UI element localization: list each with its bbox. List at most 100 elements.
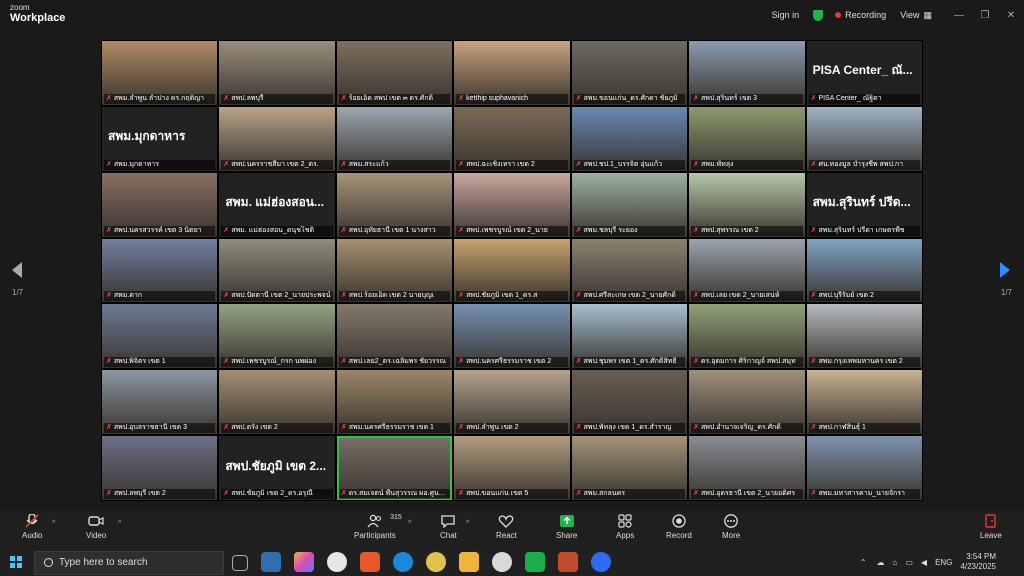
participant-video-tile[interactable]: PISA Center_ ณั... ✗ PISA Center_ ณัฐิดา [806, 41, 922, 105]
participant-video-tile[interactable]: ✗ สพป.เลย เขต 2_นายเสน่ห์ [689, 238, 805, 303]
audio-options-chevron-icon[interactable]: ^ [52, 520, 55, 527]
participant-video-tile[interactable]: ✗ สพป.บุรีรัมย์ เขต 2 [806, 238, 922, 303]
participant-video-tile[interactable]: ✗ ศน.ทองมูล บำรุงชีพ สพป.กา [806, 106, 922, 171]
video-button[interactable]: Video [86, 514, 106, 540]
taskbar-search-box[interactable]: Type here to search [34, 551, 224, 575]
view-button[interactable]: View ▦ [900, 10, 932, 21]
edge-icon[interactable] [393, 552, 413, 572]
participant-video-tile[interactable]: ✗ สพป.อุบลราชธานี เขต 3 [102, 370, 218, 435]
cloud-icon[interactable]: ☁ [877, 558, 885, 567]
participant-video-tile[interactable]: ✗ สพป.ชุมพร เขต 1_ดร.ศักดิ์สิทธิ์ [571, 304, 688, 369]
audio-button[interactable]: Audio [22, 514, 42, 540]
windows-start-icon[interactable] [10, 556, 22, 568]
chrome-window-icon[interactable] [492, 552, 512, 572]
chat-options-chevron-icon[interactable]: ^ [466, 520, 469, 527]
office-app-icon[interactable] [360, 552, 380, 572]
previous-page-arrow-icon[interactable] [12, 262, 22, 278]
record-button[interactable]: Record [666, 514, 692, 540]
maximize-icon[interactable]: ❐ [972, 10, 998, 21]
participant-video-tile[interactable]: ✗ สพป.เลย2_ดร.เฉลิมพร ชัยวรรณ [336, 304, 453, 369]
participant-video-tile[interactable]: ✗ สพป.ขอนแก่น เขต 5 [454, 436, 570, 500]
participant-video-tile[interactable]: ✗ สพป.ฉะเชิงเทรา เขต 2 [454, 106, 570, 171]
apps-button[interactable]: Apps [616, 514, 634, 540]
participant-video-tile[interactable]: ✗ สพม.ขอนแก่น_ดร.ศักดา ชัยภูมิ [571, 41, 688, 105]
chrome-profile-icon[interactable] [426, 552, 446, 572]
participant-video-tile[interactable]: ✗ สพม.สระแก้ว [336, 106, 453, 171]
participant-video-tile[interactable]: ✗ สพป.ปัตตานี เขต 2_นายประพจน์ [219, 238, 335, 303]
photos-app-icon[interactable] [261, 552, 281, 572]
line-app-icon[interactable] [525, 552, 545, 572]
participant-video-tile[interactable]: ✗ สพป.กาฬสินธุ์ 1 [806, 370, 922, 435]
participant-video-tile[interactable]: สพม. แม่ฮ่องสอน... ✗ สพม. แม่ฮ่องสอน_ดนุชโ… [219, 172, 335, 237]
participant-video-tile[interactable]: ✗ ดร.อุดมการ ศิริกาญจ์ สพป.สมุท [689, 304, 805, 369]
participant-name-text: สพป.ลพบุรี เขต 2 [113, 489, 166, 497]
task-view-icon[interactable] [232, 555, 248, 571]
participant-video-tile[interactable]: ✗ สพป.ศรีสะเกษ เขต 2_นายศักดิ์ [571, 238, 688, 303]
close-icon[interactable]: ✕ [998, 10, 1024, 21]
participant-video-tile[interactable]: ✗ ร้อยเอ็ด สพป เขต ๓ ดร.ศักดิ์ [336, 41, 453, 105]
participant-video-tile[interactable]: ✗ สพม.กรุงเทพมหานคร เขต 2 [806, 304, 922, 369]
next-page-arrow-icon[interactable] [1000, 262, 1010, 278]
react-button[interactable]: React [496, 514, 517, 540]
participant-video-tile[interactable]: ✗ สพม.ชลบุรี ระยอง [571, 172, 688, 237]
chat-button[interactable]: Chat [440, 514, 457, 540]
participant-video-tile[interactable]: ✗ สพม.มหาสารคาม_นายจักรา [806, 436, 922, 500]
participant-video-tile[interactable]: ✗ สพป.นครราชสีมา เขต 2_ดร. [219, 106, 335, 171]
sign-in-link[interactable]: Sign in [772, 10, 800, 20]
participant-video-tile[interactable]: ✗ สพป.พิจิตร เขต 1 [102, 304, 218, 369]
more-button[interactable]: More [722, 514, 740, 540]
participant-video-tile[interactable]: ✗ สพป.สุรินทร์ เขต 3 [689, 41, 805, 105]
copilot-icon[interactable] [294, 552, 314, 572]
file-explorer-icon[interactable] [459, 552, 479, 572]
muted-mic-icon: ✗ [693, 358, 700, 366]
participant-video-tile[interactable]: ✗ ketthip suphavanich [454, 41, 570, 105]
encryption-shield-icon[interactable] [813, 9, 824, 21]
participant-video-tile[interactable]: ✗ สพป.อุทัยธานี เขต 1 นางสาว [336, 172, 453, 237]
participant-video-tile[interactable]: ✗ สพป.สุพรรณ เขต 2 [689, 172, 805, 237]
participant-video-tile[interactable]: ✗ สพป.อุดรธานี เขต 2_นายอดิศร [689, 436, 805, 500]
participant-video-tile[interactable]: ✗ สพป.ลำพูน เขต 2 [454, 370, 570, 435]
recording-indicator[interactable]: Recording [835, 10, 886, 20]
participant-name-text: PISA Center_ ณัฐิดา [818, 94, 882, 102]
network-icon[interactable]: ⌂ [893, 558, 898, 567]
participant-video-tile[interactable]: ✗ สพม.พัทลุง [689, 106, 805, 171]
participant-video-tile[interactable]: ✗ สพป.อำนาจเจริญ_ดร.ศักดิ์ [689, 370, 805, 435]
participant-video-tile[interactable]: ✗ สพป.ชัยภูมิ เขต 1_ดร.ส [454, 238, 570, 303]
participant-video-tile[interactable]: ✗ สพป.ชป.1_บรรจิต อุ่นแก้ว [571, 106, 688, 171]
participant-video-tile[interactable]: ✗ สพป.เพชรบูรณ์ เขต 2_นาย [454, 172, 570, 237]
participants-button[interactable]: 315 Participants [354, 514, 402, 540]
participant-name-text: สพป.ชุมพร เขต 1_ดร.ศักดิ์สิทธิ์ [583, 358, 677, 366]
participant-video-tile[interactable]: ✗ ดร.สมเจตน์ พื้นสุวรรณ ผอ.ศูนย์ PI [336, 436, 453, 500]
video-options-chevron-icon[interactable]: ^ [118, 520, 121, 527]
participant-video-tile[interactable]: ✗ สพป.นครศรีธรรมราช เขต 2 [454, 304, 570, 369]
minimize-icon[interactable]: — [946, 10, 972, 21]
participant-video-tile[interactable]: ✗ สพป.นครสวรรค์ เขต 3 นิตยา [102, 172, 218, 237]
taskbar-clock[interactable]: 3:54 PM 4/23/2025 [960, 552, 996, 572]
participant-video-tile[interactable]: ✗ สพม.ลำพูน ลำปาง ดร.กฤติญา [102, 41, 218, 105]
participant-video-tile[interactable]: ✗ สพม.ตาก [102, 238, 218, 303]
participant-video-tile[interactable]: ✗ สพป.ร้อยเอ็ด เขต 2 นายบุญเ [336, 238, 453, 303]
participant-video-tile[interactable]: ✗ สพป.พัทลุง เขต 1_ดร.สำราญ [571, 370, 688, 435]
participant-video-tile[interactable]: ✗ สพม.สกลนคร [571, 436, 688, 500]
share-button[interactable]: Share [556, 514, 577, 540]
participant-video-tile[interactable]: ✗ สพป.ตรัง เขต 2 [219, 370, 335, 435]
leave-label: Leave [980, 531, 1002, 540]
participant-video-tile[interactable]: สพม.สุรินทร์ ปรีด... ✗ สพม.สุรินทร์ ปรีดา … [806, 172, 922, 237]
participant-name-label: ✗ สพป.บุรีรัมย์ เขต 2 [808, 291, 920, 302]
zoom-app-icon[interactable] [591, 552, 611, 572]
tray-chevron-icon[interactable]: ⌃ [860, 558, 867, 567]
participant-name-text: สพม.ตาก [113, 292, 143, 300]
battery-icon[interactable]: ▭ [905, 558, 913, 567]
volume-icon[interactable]: ◀ [921, 558, 927, 567]
participant-video-tile[interactable]: ✗ สพป.ลพบุรี เขต 2 [102, 436, 218, 500]
participants-options-chevron-icon[interactable]: ^ [408, 520, 411, 527]
snipping-tool-icon[interactable] [558, 552, 578, 572]
participant-video-tile[interactable]: สพม.มุกดาหาร ✗ สพม.มุกดาหาร [102, 106, 218, 171]
input-language[interactable]: ENG [935, 558, 952, 567]
participant-video-tile[interactable]: ✗ สพม.นครศรีธรรมราช เขต 1 [336, 370, 453, 435]
leave-button[interactable]: Leave [980, 514, 1002, 540]
chrome-icon[interactable] [327, 552, 347, 572]
participant-video-tile[interactable]: สพป.ชัยภูมิ เขต 2... ✗ สพป.ชัยภูมิ เขต 2_ด… [219, 436, 335, 500]
participant-video-tile[interactable]: ✗ สพป.ลพบุรี [219, 41, 335, 105]
participant-video-tile[interactable]: ✗ สพป.เพชรบูรณ์_กรก นพผ่อง [219, 304, 335, 369]
